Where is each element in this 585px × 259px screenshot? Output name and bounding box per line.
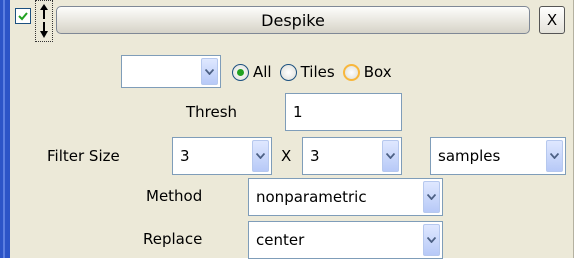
radio-box[interactable]: Box: [342, 63, 392, 81]
radio-all-indicator[interactable]: [232, 63, 249, 81]
radio-all-label: All: [253, 63, 272, 81]
drag-handle[interactable]: [35, 0, 53, 42]
close-button[interactable]: X: [539, 6, 565, 34]
chevron-down-icon[interactable]: [423, 224, 440, 256]
despike-panel: Despike X All Tiles Box Thresh 1 Filter …: [10, 0, 574, 259]
replace-label: Replace: [143, 230, 203, 248]
chevron-down-icon[interactable]: [546, 140, 563, 172]
region-select[interactable]: [121, 55, 221, 88]
radio-box-label: Box: [363, 63, 392, 81]
panel-title-button[interactable]: Despike: [56, 6, 530, 34]
chevron-down-icon[interactable]: [201, 58, 218, 85]
thresh-input[interactable]: 1: [285, 93, 402, 131]
window-frame-left: [0, 0, 10, 258]
radio-box-indicator[interactable]: [342, 63, 360, 81]
radio-tiles[interactable]: Tiles: [279, 63, 335, 81]
move-arrows-icon: [40, 4, 48, 38]
thresh-value: 1: [293, 103, 303, 121]
replace-value: center: [256, 231, 305, 249]
filter-width-select[interactable]: 3: [172, 137, 272, 175]
filter-unit-value: samples: [438, 147, 501, 165]
radio-tiles-label: Tiles: [300, 63, 335, 81]
thresh-label: Thresh: [186, 103, 238, 121]
filter-height-select[interactable]: 3: [302, 137, 402, 175]
method-value: nonparametric: [256, 188, 367, 206]
checkmark-icon: [18, 12, 28, 21]
filter-size-label: Filter Size: [47, 147, 120, 165]
chevron-down-icon[interactable]: [423, 181, 440, 213]
radio-all[interactable]: All: [232, 63, 272, 81]
panel-title: Despike: [261, 10, 325, 30]
replace-select[interactable]: center: [248, 221, 443, 259]
enable-checkbox[interactable]: [15, 8, 31, 24]
method-select[interactable]: nonparametric: [248, 178, 443, 216]
filter-height-value: 3: [310, 147, 320, 165]
filter-size-separator: X: [281, 147, 292, 165]
chevron-down-icon[interactable]: [252, 140, 269, 172]
region-radio-group: All Tiles Box: [232, 63, 400, 81]
chevron-down-icon[interactable]: [382, 140, 399, 172]
method-label: Method: [146, 187, 203, 205]
filter-unit-select[interactable]: samples: [430, 137, 566, 175]
filter-width-value: 3: [180, 147, 190, 165]
close-label: X: [546, 11, 558, 29]
radio-tiles-indicator[interactable]: [279, 63, 297, 81]
